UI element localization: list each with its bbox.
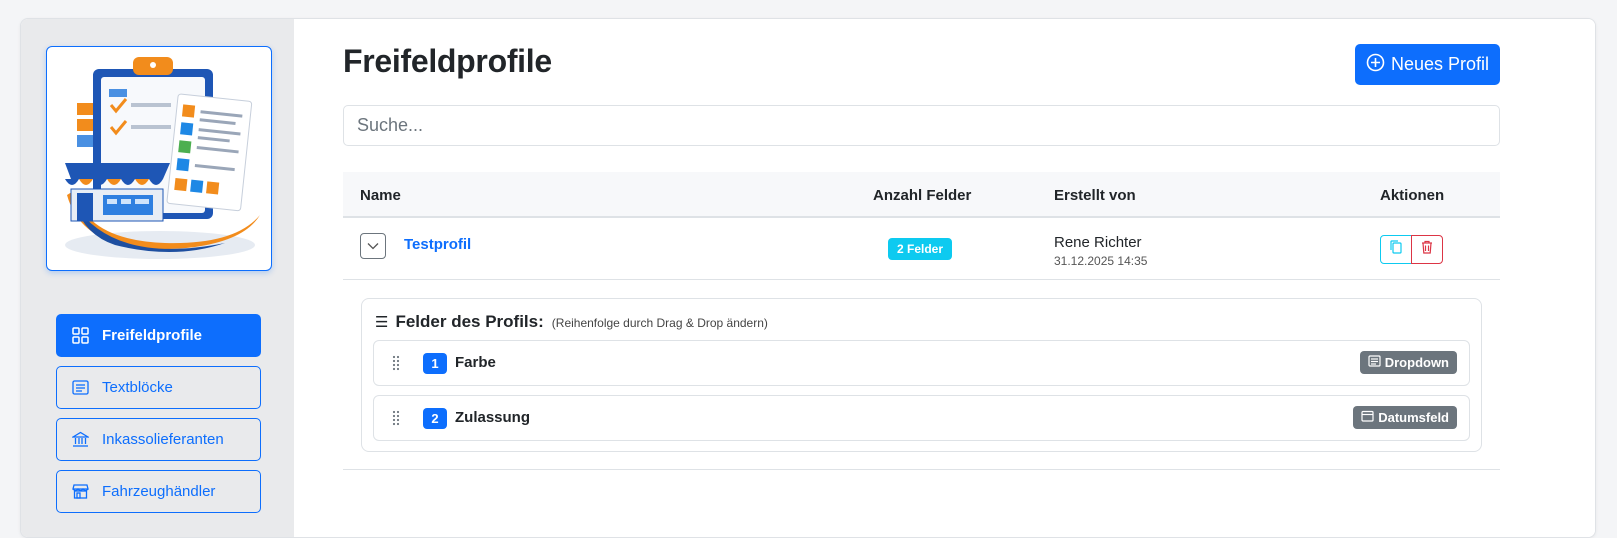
field-name: Zulassung: [455, 409, 531, 426]
field-type-label: Dropdown: [1384, 355, 1449, 370]
field-type-badge: Datumsfeld: [1353, 406, 1457, 429]
column-header-creator: Erstellt von: [1054, 187, 1136, 204]
copy-button[interactable]: [1380, 235, 1412, 264]
app-logo: [46, 46, 272, 271]
plus-circle-icon: [1366, 53, 1385, 77]
sidebar-item-textbloecke[interactable]: Textblöcke: [56, 366, 261, 409]
sidebar-item-label: Fahrzeughändler: [102, 483, 216, 500]
creator-name: Rene Richter: [1054, 234, 1142, 251]
table-header: Name Anzahl Felder Erstellt von Aktionen: [343, 172, 1500, 218]
field-type-label: Datumsfeld: [1378, 410, 1449, 425]
table-row: Testprofil 2 Felder Rene Richter 31.12.2…: [343, 219, 1500, 280]
profile-name-link[interactable]: Testprofil: [404, 236, 471, 253]
text-block-icon: [71, 379, 89, 397]
drag-handle-icon[interactable]: [392, 410, 400, 431]
sidebar-item-inkassolieferanten[interactable]: Inkassolieferanten: [56, 418, 261, 461]
copy-icon: [1390, 240, 1402, 259]
sidebar-item-freifeldprofile[interactable]: Freifeldprofile: [56, 314, 261, 357]
grid-icon: [71, 327, 89, 345]
created-timestamp: 31.12.2025 14:35: [1054, 254, 1148, 268]
sidebar-item-label: Inkassolieferanten: [102, 431, 224, 448]
sidebar-item-label: Textblöcke: [102, 379, 173, 396]
search-input[interactable]: [343, 105, 1500, 146]
fields-panel-header: ☰ Felder des Profils: (Reihenfolge durch…: [375, 312, 768, 332]
sidebar-item-fahrzeughaendler[interactable]: Fahrzeughändler: [56, 470, 261, 513]
page-title: Freifeldprofile: [343, 43, 552, 79]
drag-handle-icon[interactable]: [392, 355, 400, 376]
new-profile-button[interactable]: Neues Profil: [1355, 44, 1500, 85]
new-profile-label: Neues Profil: [1390, 54, 1490, 74]
sidebar-nav: Freifeldprofile Textblöcke Inkassoliefer…: [56, 314, 261, 522]
table-bottom-divider: [343, 469, 1500, 470]
field-row[interactable]: 2 Zulassung Datumsfeld: [373, 395, 1470, 441]
bank-icon: [71, 431, 89, 449]
fields-panel-title: Felder des Profils:: [395, 312, 544, 331]
sidebar-item-label: Freifeldprofile: [102, 327, 203, 344]
app-frame: Freifeldprofile Textblöcke Inkassoliefer…: [20, 18, 1596, 538]
profile-fields-panel: ☰ Felder des Profils: (Reihenfolge durch…: [361, 298, 1482, 452]
column-header-actions: Aktionen: [1380, 187, 1445, 204]
field-row[interactable]: 1 Farbe Dropdown: [373, 340, 1470, 386]
field-type-badge: Dropdown: [1359, 351, 1457, 374]
store-icon: [71, 483, 89, 501]
dropdown-icon: [1368, 355, 1381, 370]
chevron-down-icon: [367, 237, 379, 255]
field-index-badge: 2: [423, 408, 447, 429]
calendar-icon: [1361, 410, 1374, 425]
column-header-name: Name: [360, 187, 401, 204]
column-header-count: Anzahl Felder: [873, 187, 972, 204]
main-content: Freifeldprofile Neues Profil Name Anzahl…: [294, 19, 1595, 537]
fields-panel-hint: (Reihenfolge durch Drag & Drop ändern): [551, 316, 768, 330]
list-icon: ☰: [375, 314, 389, 331]
sidebar: Freifeldprofile Textblöcke Inkassoliefer…: [21, 19, 294, 537]
expand-toggle-button[interactable]: [360, 233, 386, 259]
field-index-badge: 1: [423, 353, 447, 374]
trash-icon: [1421, 240, 1433, 259]
delete-button[interactable]: [1411, 235, 1443, 264]
field-count-badge: 2 Felder: [888, 238, 953, 260]
field-name: Farbe: [455, 354, 496, 371]
